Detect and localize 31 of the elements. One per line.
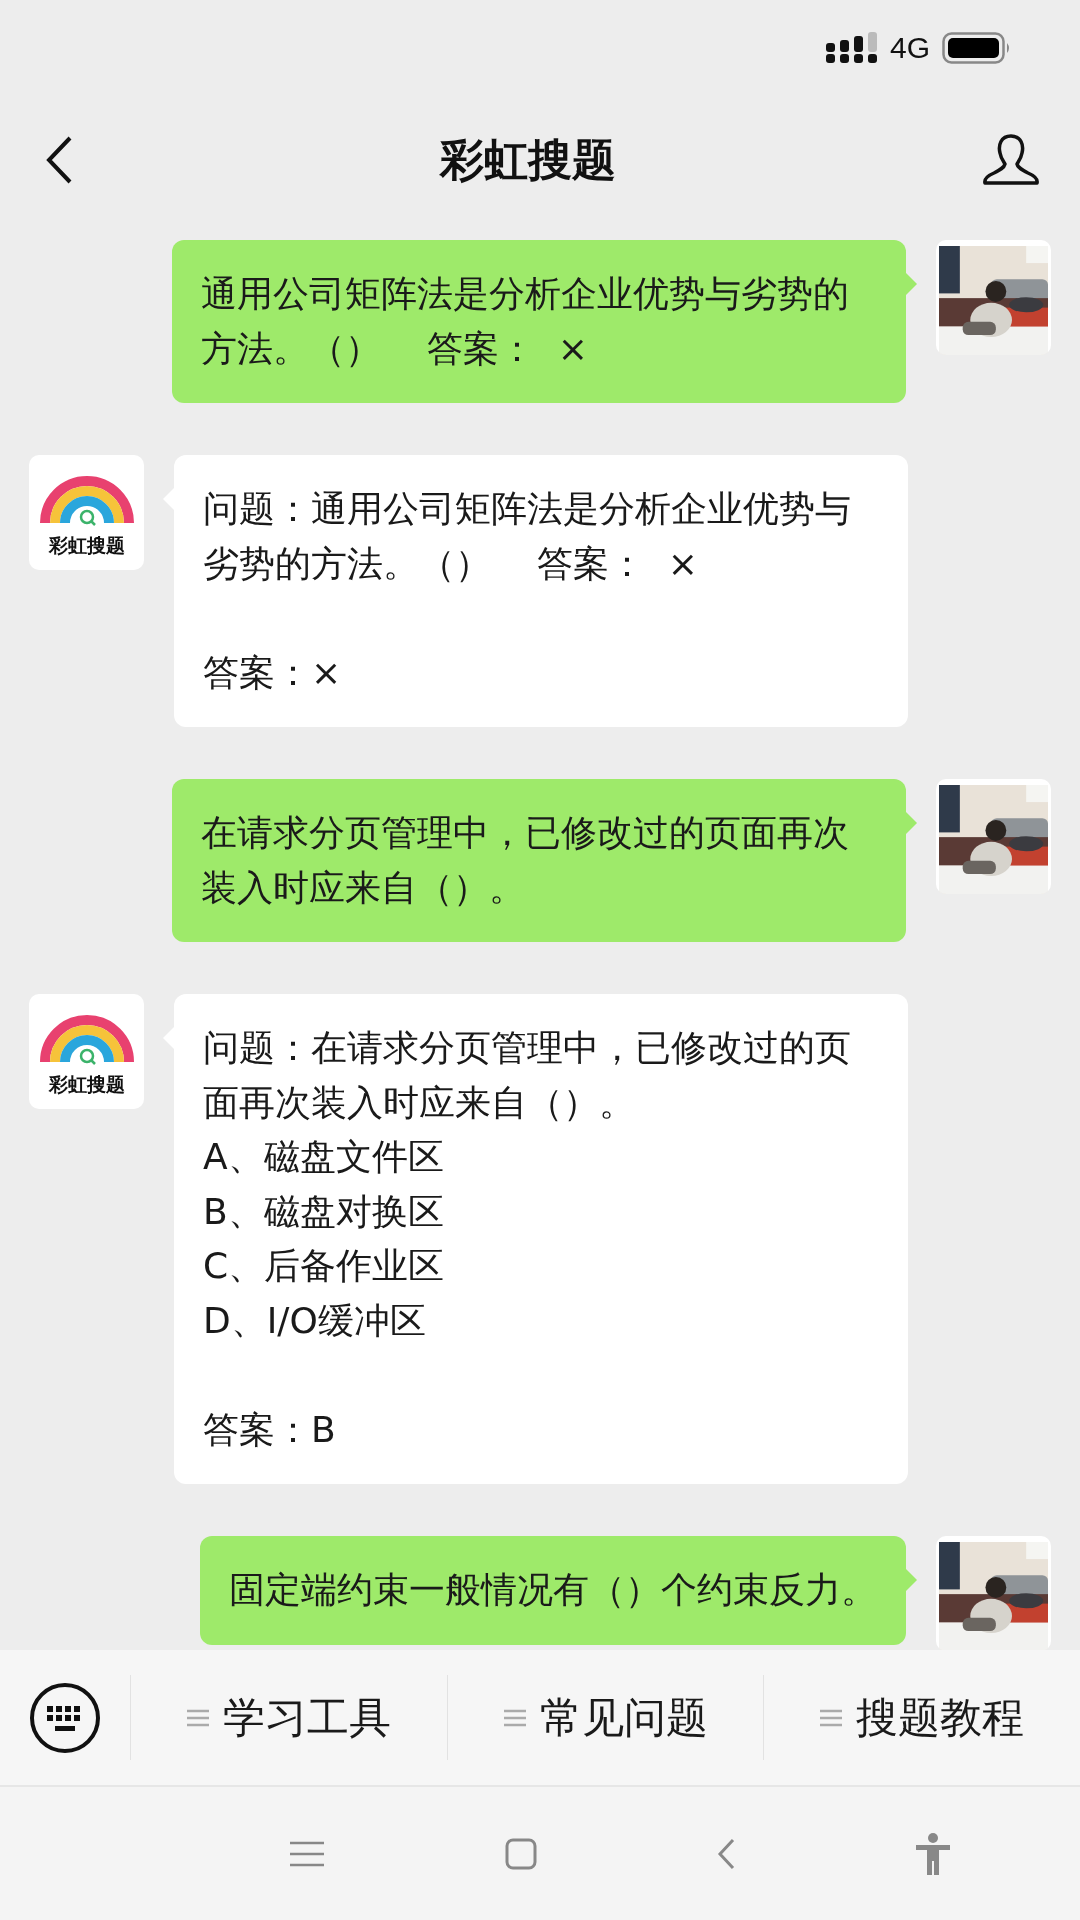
message-text: 固定端约束一般情况有（）个约束反力。 [229,1568,877,1612]
back-icon[interactable] [44,135,74,185]
bot-avatar[interactable]: 彩虹搜题 [29,994,144,1109]
list-icon [820,1707,843,1728]
signal-icon [825,31,878,64]
battery-icon [942,31,1012,64]
menu-item[interactable]: 搜题教程 [763,1675,1080,1760]
network-label: 4G [889,30,930,65]
menu-icon[interactable] [290,1840,325,1867]
bot-avatar[interactable]: 彩虹搜题 [29,455,144,570]
home-icon[interactable] [504,1837,537,1870]
message-text: C、后备作业区 [203,1244,446,1288]
message-text: 通用公司矩阵法是分析企业优势与劣势的方法。（） 答案： × [201,272,850,371]
message-text: 答案：× [203,650,343,695]
menu-item[interactable]: 学习工具 [131,1675,447,1760]
message-text: 在请求分页管理中，已修改过的页面再次装入时应来自（）。 [201,811,850,910]
list-icon [186,1707,209,1728]
accessibility-icon[interactable] [915,1832,950,1875]
menu-item[interactable]: 常见问题 [446,1675,764,1760]
message-text: B、磁盘对换区 [203,1189,445,1234]
message-text: D、I/O缓冲区 [203,1298,427,1343]
profile-icon[interactable] [982,133,1040,187]
logo-text: 彩虹搜题 [48,1071,125,1097]
page-title: 彩虹搜题 [440,132,616,187]
message-text: 问题：在请求分页管理中，已修改过的页面再次装入时应来自（）。 [203,1026,852,1125]
message-text: A、磁盘文件区 [203,1135,445,1179]
keyboard-icon[interactable] [29,1681,101,1754]
list-icon [503,1707,526,1728]
message-text: 问题：通用公司矩阵法是分析企业优势与劣势的方法。（） 答案： × [203,487,852,586]
message-text: 答案：B [203,1407,337,1452]
logo-text: 彩虹搜题 [48,532,125,558]
